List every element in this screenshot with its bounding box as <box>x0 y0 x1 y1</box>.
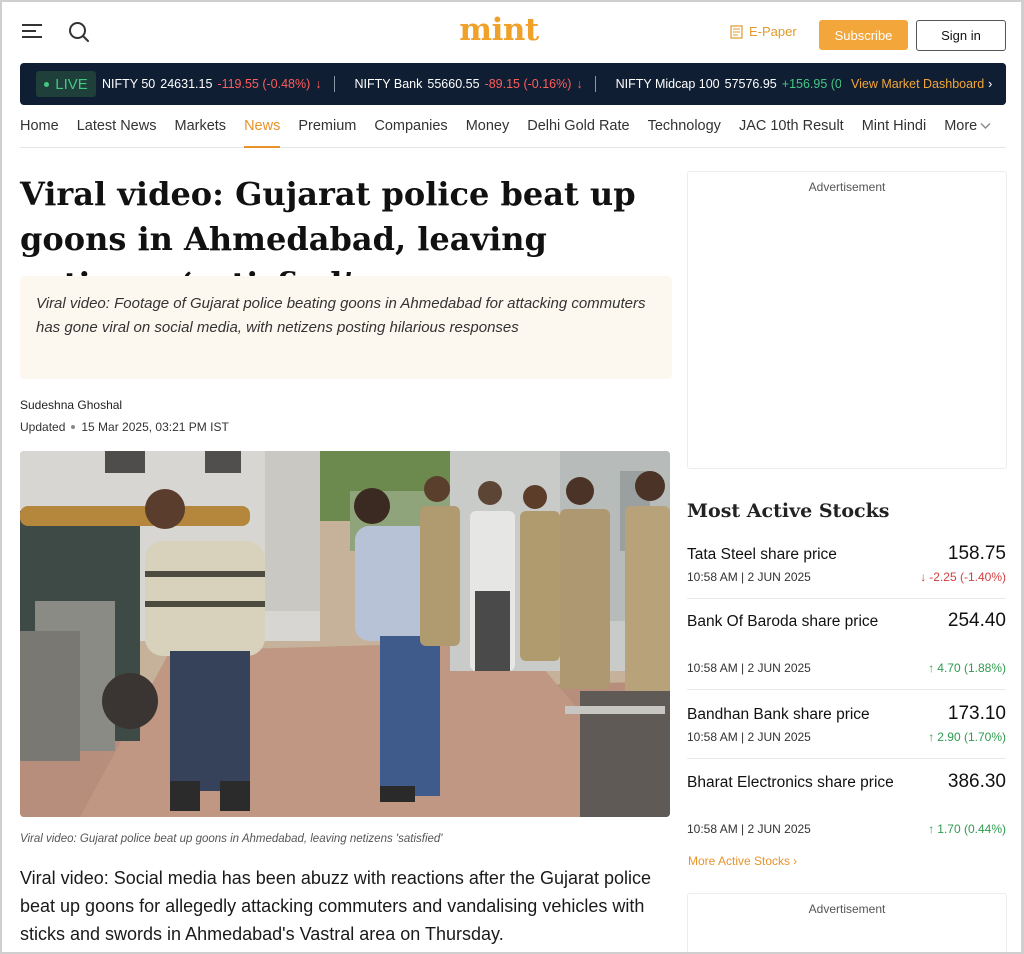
stock-price: 158.75 <box>947 543 1006 564</box>
arrow-down-icon: ↓ <box>315 77 322 91</box>
stock-price: 386.30 <box>947 771 1006 792</box>
nav-item-jac-10th-result[interactable]: JAC 10th Result <box>739 105 844 148</box>
ticker-index-value: 24631.15 <box>160 77 213 91</box>
search-icon[interactable] <box>68 21 90 43</box>
main-nav: Home Latest News Markets News Premium Co… <box>20 105 1006 148</box>
epaper-label: E-Paper <box>749 24 797 39</box>
more-active-stocks-label: More Active Stocks <box>688 854 791 868</box>
separator-dot <box>71 425 76 429</box>
stock-change: ↑ 4.70 (1.88%) <box>928 661 1006 675</box>
ticker-index-name: NIFTY Midcap 100 <box>615 77 720 91</box>
stock-change-value: 4.70 (1.88%) <box>937 661 1006 675</box>
chevron-down-icon <box>980 123 991 129</box>
arrow-down-icon: ↓ <box>920 570 927 584</box>
nav-item-delhi-gold-rate[interactable]: Delhi Gold Rate <box>527 105 629 148</box>
nav-more-dropdown[interactable]: More <box>944 105 991 148</box>
live-badge: LIVE <box>36 71 96 97</box>
nav-item-money[interactable]: Money <box>466 105 510 148</box>
arrow-down-icon: ↓ <box>576 77 583 91</box>
newspaper-icon <box>730 24 743 39</box>
article-image[interactable] <box>20 451 670 817</box>
stock-name: Tata Steel share price <box>687 546 837 563</box>
market-ticker: LIVE NIFTY 50 24631.15 -119.55 (-0.48%) … <box>20 63 1006 105</box>
image-caption: Viral video: Gujarat police beat up goon… <box>20 833 443 845</box>
author-name[interactable]: Sudeshna Ghoshal <box>20 398 122 412</box>
stock-timestamp: 10:58 AM | 2 JUN 2025 <box>687 822 811 836</box>
article-meta: Updated 15 Mar 2025, 03:21 PM IST <box>20 420 229 434</box>
ticker-index-name: NIFTY Bank <box>354 77 423 91</box>
updated-timestamp: 15 Mar 2025, 03:21 PM IST <box>81 420 229 434</box>
nav-more-label: More <box>944 118 978 134</box>
ticker-divider <box>333 76 335 92</box>
nav-item-home[interactable]: Home <box>20 105 59 148</box>
arrow-up-icon: ↑ <box>928 730 935 744</box>
arrow-up-icon: ↑ <box>928 822 935 836</box>
ticker-index-change: -119.55 (-0.48%) <box>217 77 311 91</box>
mint-logo[interactable]: mint <box>458 10 540 50</box>
stock-price: 173.10 <box>947 703 1006 724</box>
stock-item-bandhan-bank[interactable]: Bandhan Bank share price 173.10 10:58 AM… <box>687 703 1006 759</box>
chevron-right-icon: › <box>793 854 798 868</box>
ticker-item[interactable]: NIFTY Midcap 100 57576.95 +156.95 (0.2 <box>616 77 853 91</box>
stock-price: 254.40 <box>947 610 1006 631</box>
nav-item-news[interactable]: News <box>244 105 281 148</box>
stock-timestamp: 10:58 AM | 2 JUN 2025 <box>687 730 811 744</box>
advertisement-slot[interactable]: Advertisement <box>687 171 1007 469</box>
advertisement-label: Advertisement <box>808 180 886 194</box>
stock-item-bharat-electronics[interactable]: Bharat Electronics share price 386.30 10… <box>687 771 1006 843</box>
stock-name: Bharat Electronics share price <box>687 774 894 791</box>
chevron-right-icon: › <box>988 77 993 91</box>
arrow-up-icon: ↑ <box>928 661 935 675</box>
live-label: LIVE <box>55 75 88 93</box>
ticker-index-value: 55660.55 <box>427 77 480 91</box>
ticker-divider <box>594 76 596 92</box>
advertisement-slot-2[interactable]: Advertisement <box>687 893 1007 954</box>
stock-timestamp: 10:58 AM | 2 JUN 2025 <box>687 661 811 675</box>
stock-name: Bank Of Baroda share price <box>687 613 879 630</box>
ticker-index-name: NIFTY 50 <box>102 77 156 91</box>
stock-change: ↑ 2.90 (1.70%) <box>928 730 1006 744</box>
stock-item-tata-steel[interactable]: Tata Steel share price 158.75 10:58 AM |… <box>687 543 1006 599</box>
stock-name: Bandhan Bank share price <box>687 706 870 723</box>
stock-item-bank-of-baroda[interactable]: Bank Of Baroda share price 254.40 10:58 … <box>687 610 1006 690</box>
nav-item-markets[interactable]: Markets <box>174 105 226 148</box>
stock-change: ↑ 1.70 (0.44%) <box>928 822 1006 836</box>
stock-timestamp: 10:58 AM | 2 JUN 2025 <box>687 570 811 584</box>
nav-item-latest-news[interactable]: Latest News <box>77 105 157 148</box>
nav-item-companies[interactable]: Companies <box>374 105 447 148</box>
ticker-index-change: -89.15 (-0.16%) <box>484 77 572 91</box>
live-dot-icon <box>44 81 50 87</box>
article-photo-illustration <box>20 451 670 817</box>
stock-change-value: -2.25 (-1.40%) <box>929 570 1006 584</box>
menu-icon[interactable] <box>22 24 42 40</box>
ticker-item[interactable]: NIFTY Bank 55660.55 -89.15 (-0.16%) ↓ <box>355 77 583 91</box>
more-active-stocks-link[interactable]: More Active Stocks › <box>688 854 797 868</box>
ticker-item[interactable]: NIFTY 50 24631.15 -119.55 (-0.48%) ↓ <box>102 77 322 91</box>
ticker-index-value: 57576.95 <box>724 77 777 91</box>
nav-item-technology[interactable]: Technology <box>648 105 721 148</box>
nav-item-premium[interactable]: Premium <box>298 105 356 148</box>
epaper-link[interactable]: E-Paper <box>730 24 797 39</box>
nav-item-mint-hindi[interactable]: Mint Hindi <box>862 105 926 148</box>
top-header: mint E-Paper Subscribe Sign in <box>0 0 1024 62</box>
advertisement-label: Advertisement <box>808 902 886 916</box>
article-summary: Viral video: Footage of Gujarat police b… <box>20 276 672 379</box>
stock-change: ↓ -2.25 (-1.40%) <box>920 570 1006 584</box>
stock-change-value: 1.70 (0.44%) <box>937 822 1006 836</box>
stock-change-value: 2.90 (1.70%) <box>937 730 1006 744</box>
updated-label: Updated <box>20 420 66 434</box>
market-dashboard-label: View Market Dashboard <box>851 77 985 91</box>
signin-button[interactable]: Sign in <box>916 20 1006 51</box>
article-body-paragraph: Viral video: Social media has been abuzz… <box>20 868 652 944</box>
subscribe-button[interactable]: Subscribe <box>819 20 908 50</box>
most-active-stocks-title: Most Active Stocks <box>687 500 890 522</box>
market-dashboard-link[interactable]: View Market Dashboard › <box>841 63 1006 105</box>
